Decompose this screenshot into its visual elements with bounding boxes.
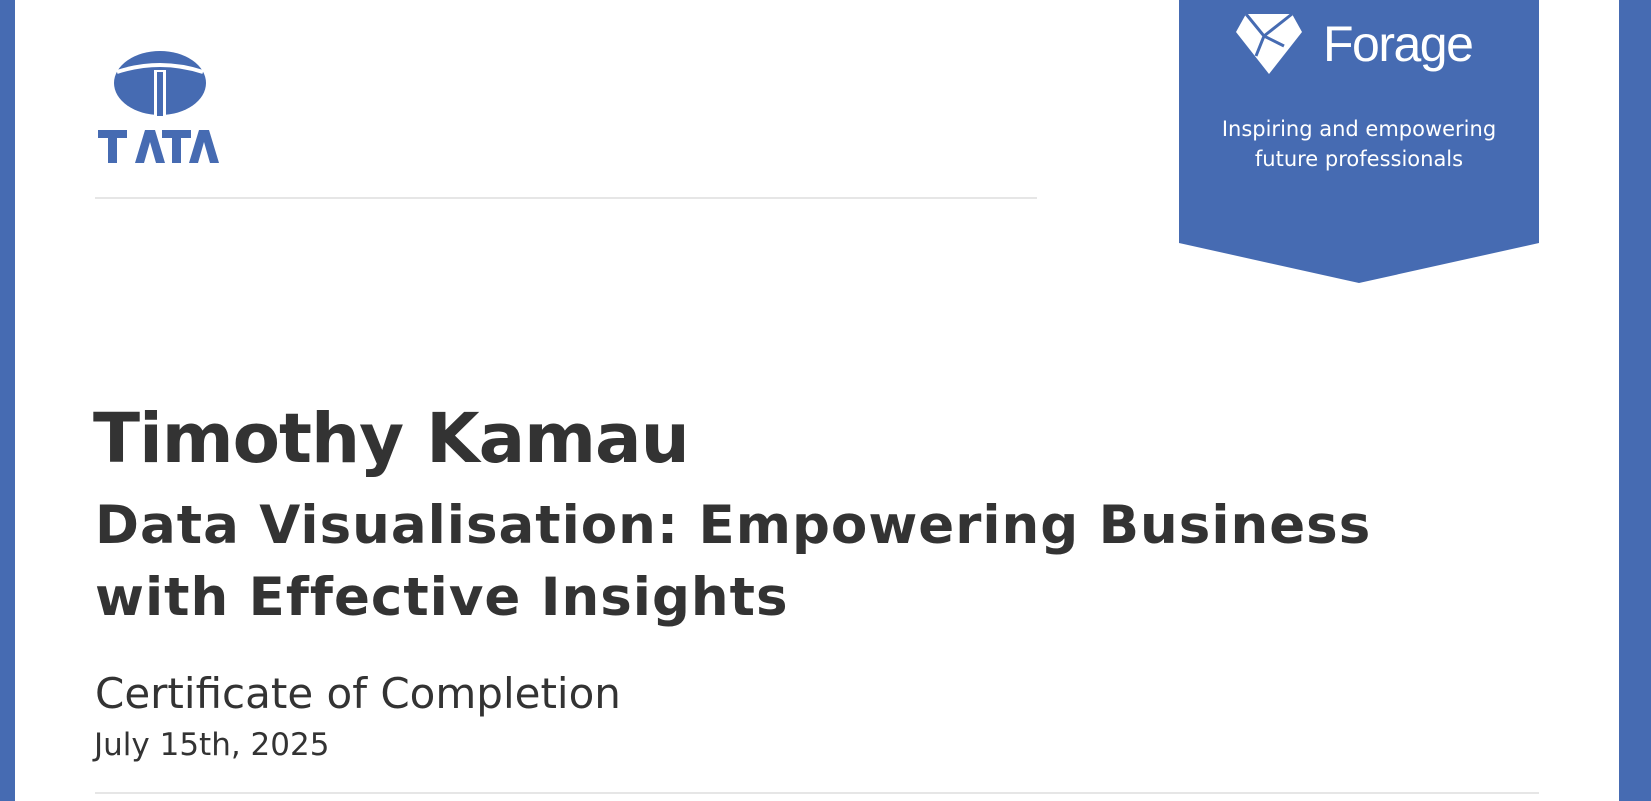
footer-divider	[95, 792, 1539, 794]
forage-banner: Forage Inspiring and empowering future p…	[1179, 0, 1539, 283]
course-title: Data Visualisation: Empowering Business …	[95, 495, 1372, 628]
recipient-name: Timothy Kamau	[93, 399, 690, 479]
tata-logo	[95, 50, 225, 168]
certificate-date: July 15th, 2025	[94, 727, 330, 763]
tagline-line-1: Inspiring and empowering	[1221, 117, 1497, 141]
forage-wordmark: Forage	[1323, 16, 1474, 72]
header-divider	[95, 197, 1037, 199]
certificate-type: Certificate of Completion	[95, 669, 621, 718]
left-border-stripe	[0, 0, 15, 801]
tagline-line-2: future professionals	[1254, 147, 1464, 171]
right-border-stripe	[1619, 0, 1651, 801]
forage-tagline: Inspiring and empowering future professi…	[1179, 114, 1539, 174]
forage-diamond-icon	[1234, 12, 1304, 76]
tata-t-emblem-icon	[98, 51, 219, 163]
